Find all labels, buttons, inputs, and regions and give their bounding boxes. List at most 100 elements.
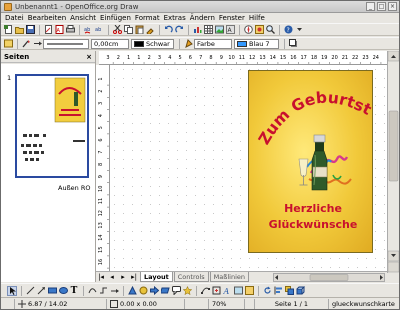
toolbar-separator bbox=[179, 38, 180, 49]
menu-fenster[interactable]: Fenster bbox=[219, 14, 245, 22]
area-icon[interactable] bbox=[183, 39, 193, 49]
ruler-label: 3 bbox=[158, 55, 161, 61]
block-arrows-icon[interactable] bbox=[149, 286, 159, 296]
vertical-ruler[interactable]: 1 2 3 4 5 6 7 8 9 10 11 12 13 14 15 16 bbox=[96, 65, 110, 271]
menu-bearbeiten[interactable]: Bearbeiten bbox=[28, 14, 66, 22]
ellipse-icon[interactable] bbox=[58, 286, 68, 296]
from-file-icon[interactable] bbox=[233, 286, 243, 296]
basic-shapes-icon[interactable] bbox=[127, 286, 137, 296]
menu-extras[interactable]: Extras bbox=[164, 14, 186, 22]
menu-ansicht[interactable]: Ansicht bbox=[70, 14, 96, 22]
gallery-icon[interactable] bbox=[254, 25, 264, 35]
print-icon[interactable] bbox=[65, 25, 75, 35]
vertical-scrollbar[interactable] bbox=[387, 50, 400, 273]
area-color-select[interactable]: Blau 7 bbox=[234, 38, 279, 49]
greeting-card-page[interactable]: Zum Geburtstag bbox=[248, 70, 374, 253]
fontwork-gallery-icon[interactable]: A bbox=[222, 286, 232, 296]
extrusion-icon[interactable] bbox=[295, 286, 305, 296]
image-icon[interactable] bbox=[214, 25, 224, 35]
edit-file-icon[interactable] bbox=[43, 25, 53, 35]
curve-icon[interactable] bbox=[87, 286, 97, 296]
line-style-select[interactable] bbox=[43, 38, 89, 49]
arrow-style-icon[interactable] bbox=[32, 39, 42, 49]
new-document-icon[interactable] bbox=[3, 25, 13, 35]
tab-layout[interactable]: Layout bbox=[140, 272, 173, 282]
close-button[interactable]: × bbox=[388, 2, 397, 11]
rotate-icon[interactable] bbox=[262, 286, 272, 296]
tab-first-icon[interactable]: |◂ bbox=[96, 272, 106, 282]
toolbar-separator bbox=[39, 24, 40, 35]
area-style-select[interactable]: Farbe bbox=[194, 38, 232, 49]
horizontal-ruler[interactable]: 3 2 1 1 2 3 4 5 6 7 8 9 10 11 12 13 14 15 16 17 18 19 20 21 22 23… bbox=[99, 51, 387, 65]
tab-masslinien[interactable]: Maßlinien bbox=[209, 272, 249, 282]
minimize-button[interactable]: _ bbox=[366, 2, 375, 11]
copy-icon[interactable] bbox=[123, 25, 133, 35]
navigator-icon[interactable] bbox=[243, 25, 253, 35]
arrange-icon[interactable] bbox=[284, 286, 294, 296]
help-icon[interactable]: ? bbox=[283, 25, 293, 35]
menu-datei[interactable]: Datei bbox=[5, 14, 24, 22]
rectangle-icon[interactable] bbox=[47, 286, 57, 296]
align-icon[interactable] bbox=[273, 286, 283, 296]
status-size: 0.00 x 0.00 bbox=[107, 298, 185, 309]
glue-points-icon[interactable] bbox=[211, 286, 221, 296]
menu-hilfe[interactable]: Hilfe bbox=[249, 14, 265, 22]
lines-arrows-icon[interactable] bbox=[109, 286, 119, 296]
cut-icon[interactable] bbox=[112, 25, 122, 35]
tab-last-icon[interactable]: ▸| bbox=[129, 272, 139, 282]
zoom-icon[interactable] bbox=[265, 25, 275, 35]
drawing-canvas[interactable]: Zum Geburtstag bbox=[110, 65, 387, 271]
spellcheck-icon[interactable]: ab bbox=[83, 25, 93, 35]
ruler-label: 3 bbox=[98, 102, 104, 105]
select-arrow-icon[interactable] bbox=[7, 285, 17, 296]
undo-icon[interactable] bbox=[163, 25, 173, 35]
callouts-icon[interactable] bbox=[171, 286, 181, 296]
draw-line-icon[interactable] bbox=[25, 286, 35, 296]
chart-icon[interactable] bbox=[192, 25, 202, 35]
fontwork-icon[interactable]: A bbox=[225, 25, 235, 35]
ruler-label: 16 bbox=[290, 55, 296, 61]
styles-icon[interactable] bbox=[3, 39, 13, 49]
export-pdf-icon[interactable]: A bbox=[54, 25, 64, 35]
menu-format[interactable]: Format bbox=[135, 14, 160, 22]
slide-thumbnail[interactable] bbox=[15, 74, 89, 178]
menu-aendern[interactable]: Ändern bbox=[190, 14, 215, 22]
maximize-button[interactable]: □ bbox=[377, 2, 386, 11]
clone-format-icon[interactable] bbox=[145, 25, 155, 35]
redo-icon[interactable] bbox=[174, 25, 184, 35]
toolbar-separator bbox=[279, 24, 280, 35]
save-icon[interactable] bbox=[25, 25, 35, 35]
autospellcheck-icon[interactable]: ab bbox=[94, 25, 104, 35]
text-icon[interactable]: T bbox=[69, 286, 79, 296]
shadow-icon[interactable] bbox=[288, 39, 298, 49]
menu-einfuegen[interactable]: Einfügen bbox=[100, 14, 131, 22]
slides-panel-title: Seiten bbox=[4, 52, 30, 61]
svg-text:ab: ab bbox=[95, 27, 101, 33]
ruler-label: 4 bbox=[98, 114, 104, 117]
connector-icon[interactable] bbox=[98, 286, 108, 296]
points-icon[interactable] bbox=[200, 286, 210, 296]
line-icon[interactable] bbox=[21, 39, 31, 49]
toolbar-options-icon[interactable] bbox=[294, 25, 304, 35]
line-color-select[interactable]: Schwar bbox=[131, 38, 174, 49]
gallery-toggle-icon[interactable] bbox=[244, 286, 254, 296]
ruler-label: 9 bbox=[220, 55, 223, 61]
symbol-shapes-icon[interactable] bbox=[138, 286, 148, 296]
open-folder-icon[interactable] bbox=[14, 25, 24, 35]
tab-prev-icon[interactable]: ◂ bbox=[107, 272, 117, 282]
slides-panel-close-button[interactable]: × bbox=[86, 53, 92, 61]
toolbar-separator bbox=[258, 285, 259, 296]
ruler-label: 15 bbox=[98, 247, 104, 253]
draw-line-arrow-icon[interactable] bbox=[36, 286, 46, 296]
tab-controls[interactable]: Controls bbox=[173, 272, 209, 282]
tab-next-icon[interactable]: ▸ bbox=[118, 272, 128, 282]
line-filling-toolbar: 0,00cm Schwar Farbe Blau 7 bbox=[1, 37, 399, 50]
stars-icon[interactable] bbox=[182, 286, 192, 296]
line-width-field[interactable]: 0,00cm bbox=[91, 38, 129, 49]
flowchart-icon[interactable] bbox=[160, 286, 170, 296]
table-icon[interactable] bbox=[203, 25, 213, 35]
paste-icon[interactable] bbox=[134, 25, 144, 35]
ruler-label: 22 bbox=[352, 55, 358, 61]
horizontal-scrollbar[interactable] bbox=[273, 273, 385, 282]
zoom-level[interactable]: 70% bbox=[209, 298, 245, 309]
